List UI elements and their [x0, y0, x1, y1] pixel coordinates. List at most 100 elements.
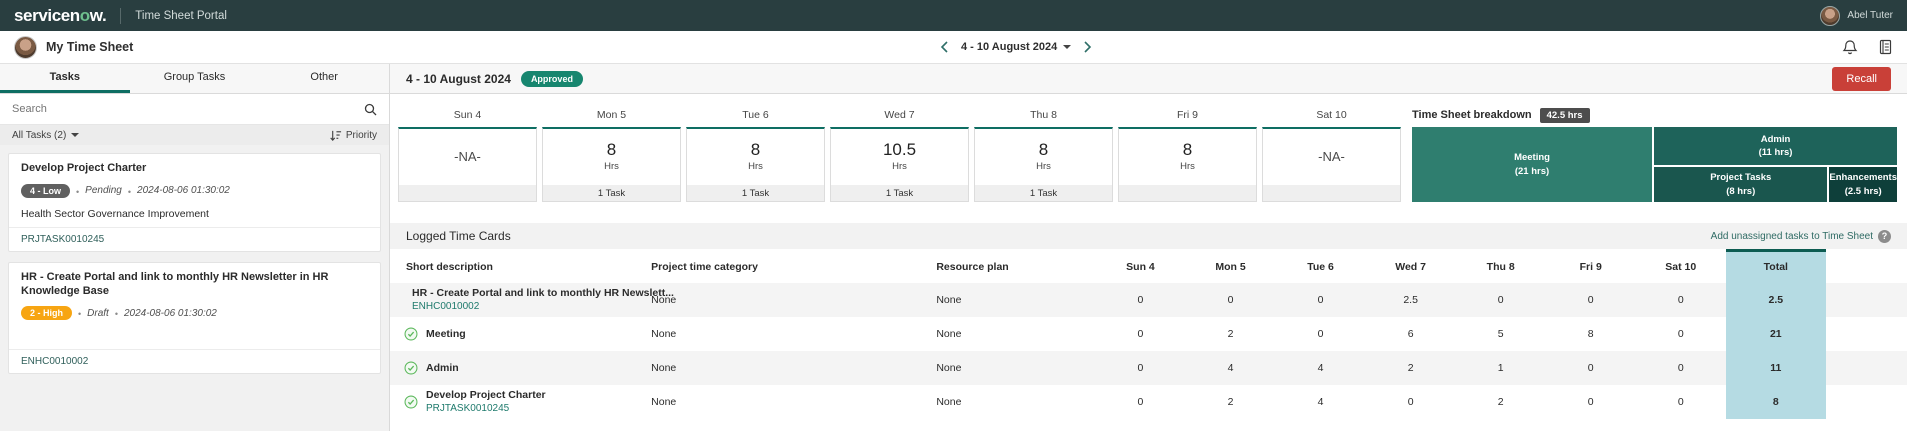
hours-cell: 0: [1407, 395, 1414, 408]
logged-time-cards-section: Logged Time Cards Add unassigned tasks t…: [390, 223, 1907, 419]
tasks-sidebar: All Tasks (2) Priority Develop Project C…: [0, 94, 390, 431]
timecard-description: Meeting: [426, 327, 466, 340]
hours-cell: 0: [1137, 361, 1144, 374]
timecard-record-link[interactable]: PRJTASK0010245: [426, 403, 546, 414]
date-range-dropdown[interactable]: 4 - 10 August 2024: [961, 41, 1072, 53]
check-circle-icon: [404, 327, 418, 340]
hours-cell: 1: [1497, 361, 1504, 374]
time-cards-titlebar: Logged Time Cards Add unassigned tasks t…: [390, 223, 1907, 249]
timesheet-main: Sun 4 -NA- Mon 5 8 Hrs 1 Task Tue 6 8 Hrs …: [390, 94, 1907, 431]
chevron-right-icon: [1084, 41, 1092, 53]
priority-badge: 2 - High: [21, 306, 72, 321]
project-time-category: None: [651, 361, 677, 374]
task-list: Develop Project Charter 4 - Low Pending …: [0, 145, 389, 392]
day-summary-mon: Mon 5 8 Hrs 1 Task: [542, 103, 681, 202]
header-divider: [120, 7, 122, 24]
hours-cell: 0: [1587, 293, 1594, 306]
hours-cell: 2: [1227, 395, 1234, 408]
table-row: Admin None None 0 4 4 2 1 0 0 11: [390, 350, 1907, 385]
task-card[interactable]: Develop Project Charter 4 - Low Pending …: [8, 153, 381, 252]
hours-cell: 0: [1677, 293, 1684, 306]
day-summary-sun: Sun 4 -NA-: [398, 103, 537, 202]
task-filter-row: All Tasks (2) Priority: [0, 125, 389, 145]
total-cell: 8: [1725, 384, 1826, 419]
task-card[interactable]: HR - Create Portal and link to monthly H…: [8, 261, 381, 375]
table-row: Meeting None None 0 2 0 6 5 8 0 21: [390, 316, 1907, 351]
previous-week-button[interactable]: [938, 39, 951, 55]
notes-button[interactable]: [1878, 39, 1893, 55]
day-summary-thu: Thu 8 8 Hrs 1 Task: [974, 103, 1113, 202]
timesheet-breakdown: Time Sheet breakdown 42.5 hrs Meeting (21…: [1412, 103, 1897, 202]
treemap-block-meeting[interactable]: Meeting (21 hrs): [1412, 127, 1653, 202]
add-unassigned-tasks-link[interactable]: Add unassigned tasks to Time Sheet ?: [1711, 229, 1891, 243]
help-icon[interactable]: ?: [1878, 229, 1891, 243]
task-project: Health Sector Governance Improvement: [21, 207, 209, 220]
column-header: Wed 7: [1365, 250, 1456, 283]
treemap-block-project-tasks[interactable]: Project Tasks (8 hrs): [1654, 167, 1828, 202]
task-title: Develop Project Charter: [21, 162, 147, 174]
hours-cell: 4: [1317, 395, 1324, 408]
task-number-link[interactable]: ENHC0010002: [9, 349, 380, 373]
task-filter-dropdown[interactable]: All Tasks (2): [12, 129, 80, 141]
task-state: Draft: [87, 307, 109, 319]
hours-cell: 2: [1497, 395, 1504, 408]
sort-label: Priority: [345, 129, 377, 141]
tab-other[interactable]: Other: [259, 64, 389, 93]
row-menu-button[interactable]: [1860, 298, 1872, 302]
column-header-actions: [1825, 250, 1907, 283]
column-header: Short description: [390, 250, 636, 283]
page-avatar: [14, 35, 37, 59]
hours-cell: 4: [1227, 361, 1234, 374]
row-menu-button[interactable]: [1860, 400, 1872, 404]
column-header: Tue 6: [1275, 250, 1366, 283]
treemap-block-admin[interactable]: Admin (11 hrs): [1654, 127, 1897, 165]
table-row: HR - Create Portal and link to monthly H…: [390, 282, 1907, 317]
top-header-bar: servicenow. Time Sheet Portal Abel Tuter: [0, 0, 1907, 31]
treemap-block-enhancements[interactable]: Enhancements (2.5 hrs): [1829, 167, 1897, 202]
tab-strip: Tasks Group Tasks Other 4 - 10 August 20…: [0, 64, 1907, 94]
journal-icon: [1879, 39, 1892, 55]
timecard-description: HR - Create Portal and link to monthly H…: [412, 287, 674, 299]
hours-cell: 0: [1227, 293, 1234, 306]
sidebar-tabs: Tasks Group Tasks Other: [0, 64, 390, 93]
date-navigation: 4 - 10 August 2024: [938, 39, 1094, 55]
dot-separator: [115, 304, 118, 322]
hours-cell: 0: [1497, 293, 1504, 306]
column-header: Fri 9: [1545, 250, 1636, 283]
column-header: Sun 4: [1095, 250, 1186, 283]
search-input[interactable]: [12, 103, 364, 115]
row-menu-button[interactable]: [1860, 366, 1872, 370]
tab-group-tasks[interactable]: Group Tasks: [130, 64, 260, 93]
hours-cell: 0: [1677, 395, 1684, 408]
task-number-link[interactable]: PRJTASK0010245: [9, 226, 380, 251]
hours-cell: 0: [1137, 395, 1144, 408]
timecard-record-link[interactable]: ENHC0010002: [412, 301, 674, 312]
page-title: My Time Sheet: [46, 40, 134, 54]
search-icon: [364, 103, 377, 115]
recall-button[interactable]: Recall: [1832, 66, 1891, 91]
row-menu-button[interactable]: [1860, 332, 1872, 336]
sort-control[interactable]: Priority: [329, 129, 377, 142]
tab-tasks[interactable]: Tasks: [0, 64, 130, 93]
total-cell: 21: [1725, 316, 1826, 351]
hours-cell: 0: [1677, 361, 1684, 374]
resource-plan: None: [936, 327, 962, 340]
day-summary-fri: Fri 9 8 Hrs: [1118, 103, 1257, 202]
breakdown-treemap: Meeting (21 hrs) Admin (11 hrs) Project Ta…: [1412, 127, 1897, 202]
total-cell: 2.5: [1725, 282, 1826, 317]
resource-plan: None: [936, 395, 962, 408]
next-week-button[interactable]: [1081, 39, 1094, 55]
project-time-category: None: [651, 327, 677, 340]
column-header: Resource plan: [920, 250, 1096, 283]
breakdown-title: Time Sheet breakdown: [1412, 109, 1532, 121]
column-header-total: Total: [1725, 249, 1826, 283]
hours-cell: 2.5: [1403, 293, 1418, 306]
hours-cell: 0: [1587, 395, 1594, 408]
user-menu[interactable]: Abel Tuter: [1820, 5, 1893, 26]
notifications-button[interactable]: [1842, 39, 1858, 56]
project-time-category: None: [651, 395, 677, 408]
chevron-left-icon: [940, 41, 948, 53]
table-row: Develop Project Charter PRJTASK0010245 N…: [390, 384, 1907, 419]
day-summary-tue: Tue 6 8 Hrs 1 Task: [686, 103, 825, 202]
caret-down-icon: [1063, 45, 1072, 53]
